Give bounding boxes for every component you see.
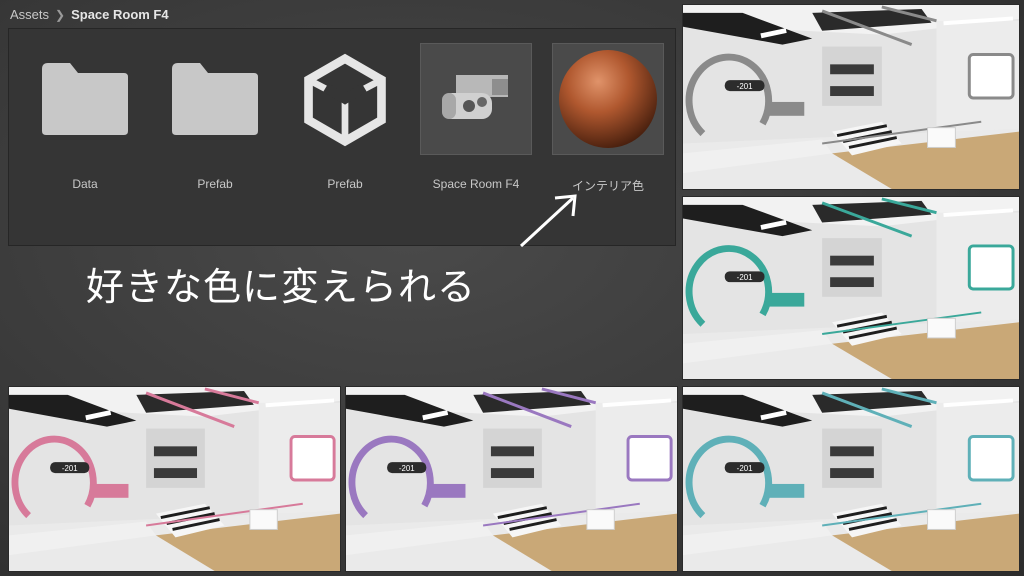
breadcrumb-assets-link[interactable]: Assets [10, 7, 49, 22]
room-preview-render: -201 [9, 387, 340, 571]
asset-item-space-room-model[interactable]: Space Room F4 [420, 43, 532, 191]
folder-icon [42, 63, 128, 135]
unity-prefab-icon [304, 53, 386, 147]
asset-item-prefab-unity[interactable]: Prefab [289, 43, 401, 191]
space-room-model-thumbnail [442, 75, 508, 119]
svg-text:-201: -201 [737, 82, 753, 91]
asset-label: Prefab [327, 177, 363, 191]
asset-item-prefab-folder[interactable]: Prefab [159, 43, 271, 191]
asset-item-interior-color-material[interactable]: インテリア色 [552, 43, 664, 193]
arrow-up-right-icon [519, 194, 577, 248]
asset-label: Space Room F4 [432, 177, 520, 191]
breadcrumb-current[interactable]: Space Room F4 [71, 7, 169, 22]
caption-text: 好きな色に変えられる [86, 265, 477, 309]
material-sphere-thumbnail [559, 50, 657, 148]
chevron-right-icon: ❯ [55, 7, 66, 22]
svg-text:-201: -201 [62, 464, 78, 473]
room-preview-render: -201 [346, 387, 677, 571]
asset-label: Data [72, 177, 98, 191]
svg-text:-201: -201 [399, 464, 415, 473]
breadcrumb: Assets ❯ Space Room F4 [10, 7, 169, 22]
room-preview-purple: -201 [345, 386, 678, 572]
asset-label: Prefab [197, 177, 233, 191]
room-preview-teal: -201 [682, 196, 1020, 380]
room-preview-render: -201 [683, 197, 1019, 379]
room-preview-render: -201 [683, 387, 1019, 571]
room-preview-gray: -201 [682, 4, 1020, 190]
room-preview-pink: -201 [8, 386, 341, 572]
room-preview-cyan: -201 [682, 386, 1020, 572]
room-preview-render: -201 [683, 5, 1019, 189]
asset-item-data-folder[interactable]: Data [29, 43, 141, 191]
svg-text:-201: -201 [737, 273, 753, 282]
svg-text:-201: -201 [737, 464, 753, 473]
folder-icon [172, 63, 258, 135]
